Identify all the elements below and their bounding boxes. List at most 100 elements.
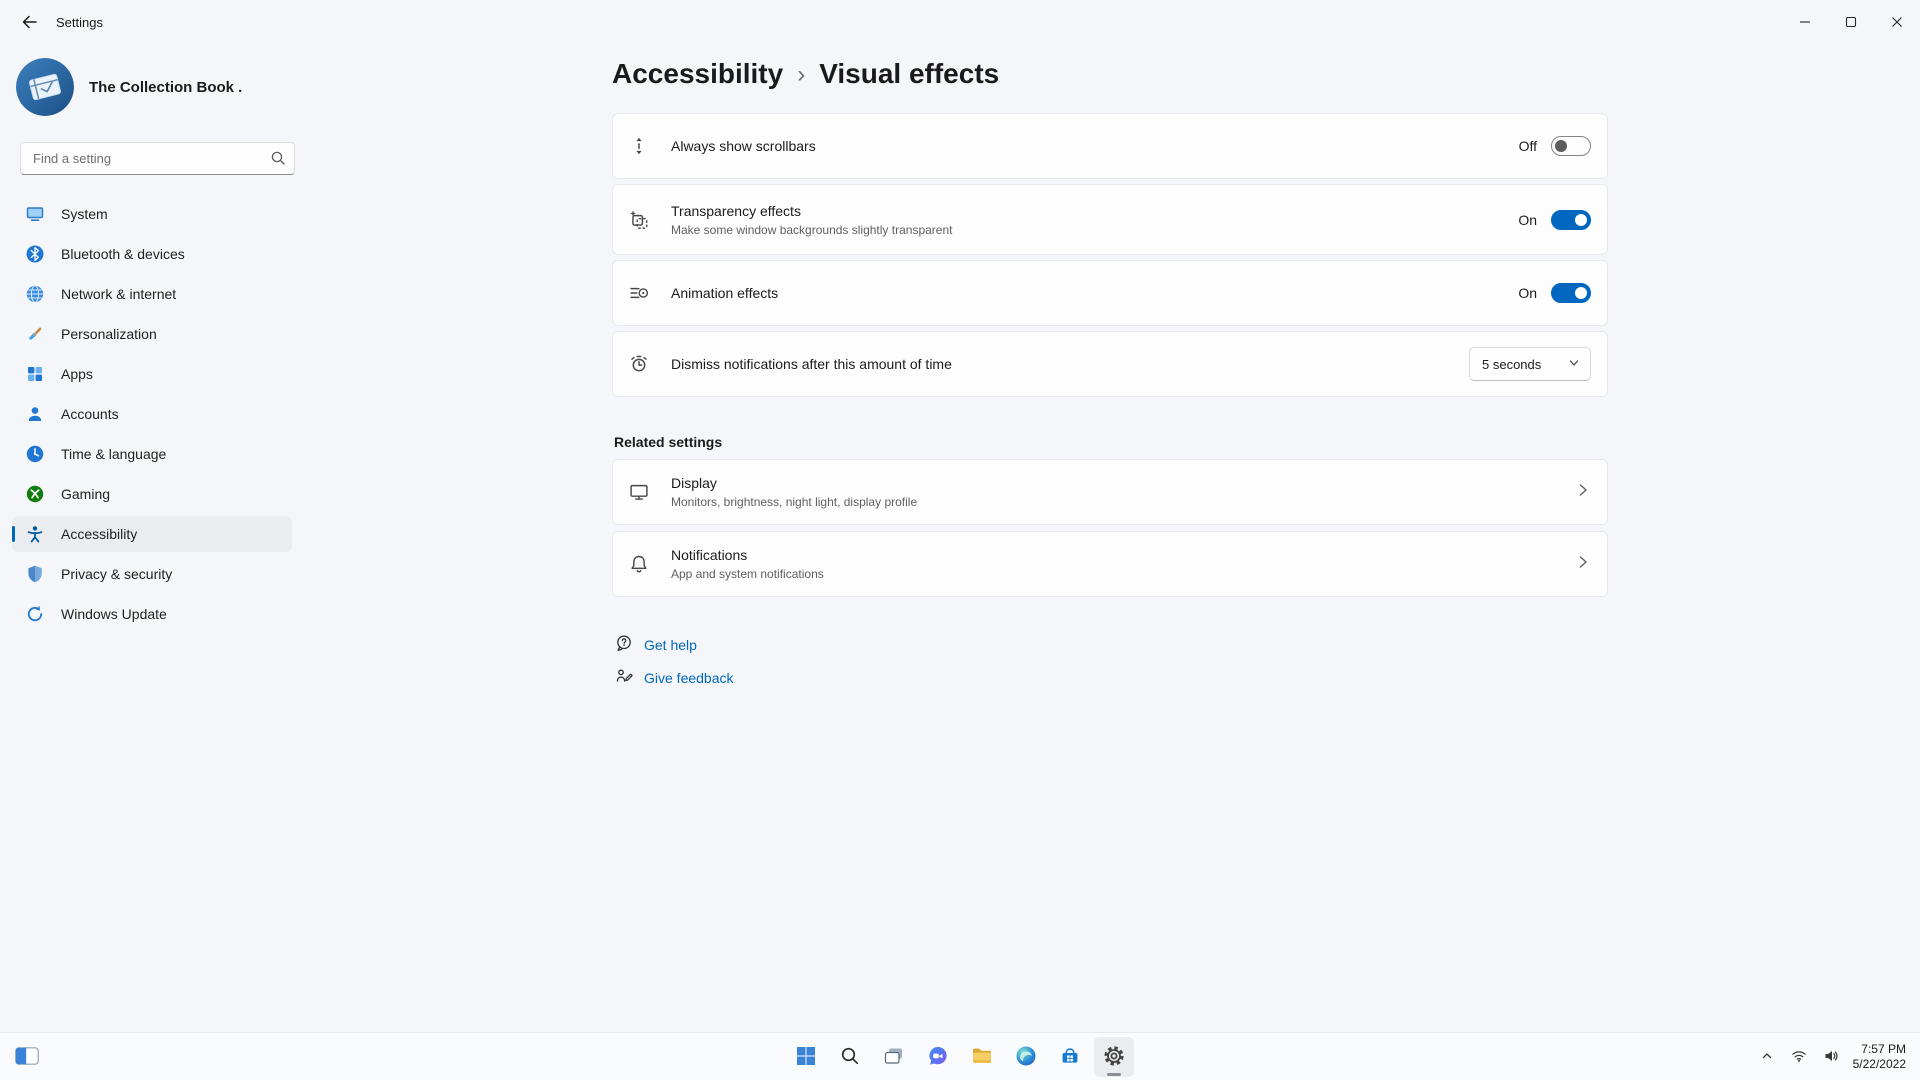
store-bag-icon [1058, 1044, 1082, 1071]
sidebar-item-label: Time & language [61, 446, 166, 462]
setting-title: Always show scrollbars [671, 138, 816, 154]
sidebar-item-network-internet[interactable]: Network & internet [12, 276, 292, 312]
sidebar-item-label: Network & internet [61, 286, 176, 302]
paintbrush-icon [24, 323, 46, 345]
search-box [20, 142, 295, 175]
sidebar-item-label: Privacy & security [61, 566, 172, 582]
sidebar-item-gaming[interactable]: Gaming [12, 476, 292, 512]
task-view-button[interactable] [874, 1037, 914, 1077]
related-title: Notifications [671, 547, 824, 563]
search-taskbar-button[interactable] [830, 1037, 870, 1077]
sidebar-item-label: Bluetooth & devices [61, 246, 185, 262]
always-show-scrollbars-toggle[interactable] [1551, 136, 1591, 156]
back-button[interactable] [12, 7, 46, 39]
sidebar-item-label: Accessibility [61, 526, 137, 542]
speaker-icon [1823, 1048, 1839, 1067]
accessibility-person-icon [24, 523, 46, 545]
shield-icon [24, 563, 46, 585]
window-title: Settings [56, 15, 103, 30]
chat-icon [926, 1044, 950, 1071]
sidebar-item-accounts[interactable]: Accounts [12, 396, 292, 432]
link-label: Get help [644, 637, 697, 653]
setting-row-dismiss-notifications: Dismiss notifications after this amount … [612, 331, 1608, 397]
setting-row-always-show-scrollbars: Always show scrollbars Off [612, 113, 1608, 179]
user-name: The Collection Book . [89, 79, 242, 96]
network-tray-button[interactable] [1785, 1039, 1813, 1075]
volume-tray-button[interactable] [1817, 1039, 1845, 1075]
page-title: Visual effects [819, 58, 999, 90]
user-profile: The Collection Book . [16, 58, 242, 116]
scrollbar-icon [627, 134, 651, 158]
bell-icon [627, 552, 651, 576]
taskbar-corner-button[interactable] [12, 1043, 42, 1071]
related-row-display[interactable]: Display Monitors, brightness, night ligh… [612, 459, 1608, 525]
setting-row-animation-effects: Animation effects On [612, 260, 1608, 326]
transparency-effects-toggle[interactable] [1551, 210, 1591, 230]
related-row-notifications[interactable]: Notifications App and system notificatio… [612, 531, 1608, 597]
sidebar-item-label: Gaming [61, 486, 110, 502]
close-button[interactable] [1874, 0, 1920, 46]
maximize-icon [1841, 12, 1861, 35]
sidebar-item-label: Windows Update [61, 606, 167, 622]
toggle-knob [1575, 214, 1587, 226]
animation-icon [627, 281, 651, 305]
breadcrumb: Accessibility › Visual effects [612, 58, 999, 90]
hidden-icons-button[interactable] [1753, 1039, 1781, 1075]
whiteboard-icon [15, 1047, 39, 1068]
sidebar-item-personalization[interactable]: Personalization [12, 316, 292, 352]
sidebar: The Collection Book . System Bluetooth &… [0, 46, 300, 1032]
start-button[interactable] [786, 1037, 826, 1077]
minimize-button[interactable] [1782, 0, 1828, 46]
chevron-right-icon [1575, 482, 1591, 503]
sidebar-item-system[interactable]: System [12, 196, 292, 232]
sidebar-item-apps[interactable]: Apps [12, 356, 292, 392]
taskbar: 7:57 PM 5/22/2022 The Collection Book . [0, 1032, 1920, 1080]
person-icon [24, 403, 46, 425]
toggle-knob [1575, 287, 1587, 299]
close-icon [1887, 12, 1907, 35]
animation-effects-toggle[interactable] [1551, 283, 1591, 303]
microsoft-store-button[interactable] [1050, 1037, 1090, 1077]
settings-app-button[interactable] [1094, 1037, 1134, 1077]
breadcrumb-separator-icon: › [797, 59, 805, 89]
search-input[interactable] [20, 142, 295, 175]
sidebar-item-label: System [61, 206, 108, 222]
get-help-link[interactable]: Get help [614, 631, 697, 659]
search-icon [839, 1045, 861, 1070]
breadcrumb-parent[interactable]: Accessibility [612, 58, 783, 90]
file-explorer-button[interactable] [962, 1037, 1002, 1077]
setting-row-transparency-effects: Transparency effects Make some window ba… [612, 184, 1608, 255]
toggle-state-label: On [1518, 212, 1537, 228]
main-content: Accessibility › Visual effects Always sh… [612, 46, 1608, 1032]
selected-indicator [12, 526, 15, 542]
sidebar-item-label: Apps [61, 366, 93, 382]
back-arrow-icon [20, 13, 38, 34]
sidebar-item-accessibility[interactable]: Accessibility [12, 516, 292, 552]
related-settings-header: Related settings [614, 434, 722, 450]
toggle-knob [1555, 140, 1567, 152]
edge-icon [1014, 1044, 1038, 1071]
dismiss-time-dropdown[interactable]: 5 seconds [1469, 347, 1591, 381]
settings-window: Settings [0, 0, 1920, 1080]
setting-subtitle: Make some window backgrounds slightly tr… [671, 223, 952, 237]
chat-button[interactable] [918, 1037, 958, 1077]
maximize-button[interactable] [1828, 0, 1874, 46]
globe-icon [24, 283, 46, 305]
titlebar: Settings [0, 0, 1920, 46]
apps-grid-icon [24, 363, 46, 385]
timer-icon [627, 352, 651, 376]
tray-time: 7:57 PM [1853, 1042, 1906, 1057]
clock[interactable]: 7:57 PM 5/22/2022 [1849, 1042, 1914, 1072]
sidebar-item-privacy-security[interactable]: Privacy & security [12, 556, 292, 592]
toggle-state-label: Off [1519, 138, 1537, 154]
gear-icon [1102, 1044, 1126, 1071]
chevron-up-icon [1760, 1049, 1774, 1066]
clock-icon [24, 443, 46, 465]
edge-browser-button[interactable] [1006, 1037, 1046, 1077]
sidebar-item-windows-update[interactable]: Windows Update [12, 596, 292, 632]
sidebar-item-time-language[interactable]: Time & language [12, 436, 292, 472]
chevron-right-icon [1575, 554, 1591, 575]
display-icon [627, 480, 651, 504]
sidebar-item-bluetooth-devices[interactable]: Bluetooth & devices [12, 236, 292, 272]
give-feedback-link[interactable]: Give feedback [614, 664, 734, 692]
